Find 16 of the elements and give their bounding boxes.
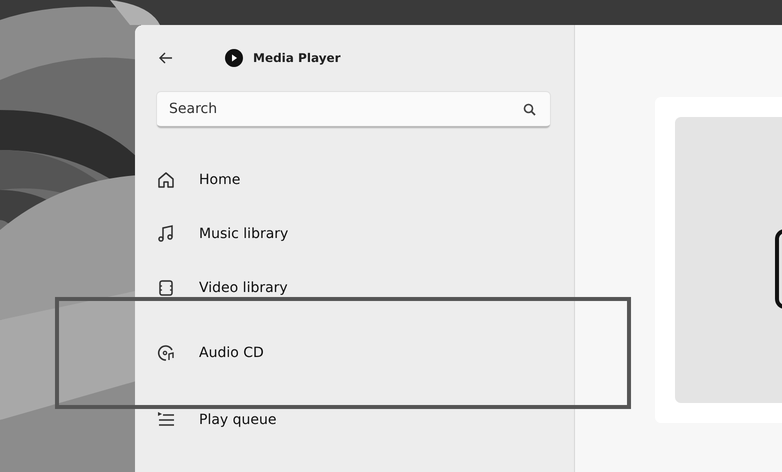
nav-item[interactable]: Audio CD — [157, 333, 573, 373]
home-icon — [157, 171, 175, 189]
back-arrow-icon — [159, 52, 173, 64]
back-button[interactable] — [157, 50, 175, 66]
window-title: Media Player — [253, 51, 341, 65]
music-note-icon — [157, 225, 175, 243]
search-field[interactable]: Search — [157, 92, 550, 128]
queue-list-icon — [157, 411, 175, 429]
nav-item[interactable]: Music library — [157, 214, 573, 254]
nav-item[interactable]: Play queue — [157, 400, 573, 440]
nav-item[interactable]: Video library — [157, 268, 573, 308]
disc-music-icon — [157, 344, 175, 362]
nav-item[interactable]: Home — [157, 160, 573, 200]
film-icon — [157, 279, 175, 297]
play-logo-icon — [225, 49, 243, 67]
search-icon — [523, 103, 536, 116]
